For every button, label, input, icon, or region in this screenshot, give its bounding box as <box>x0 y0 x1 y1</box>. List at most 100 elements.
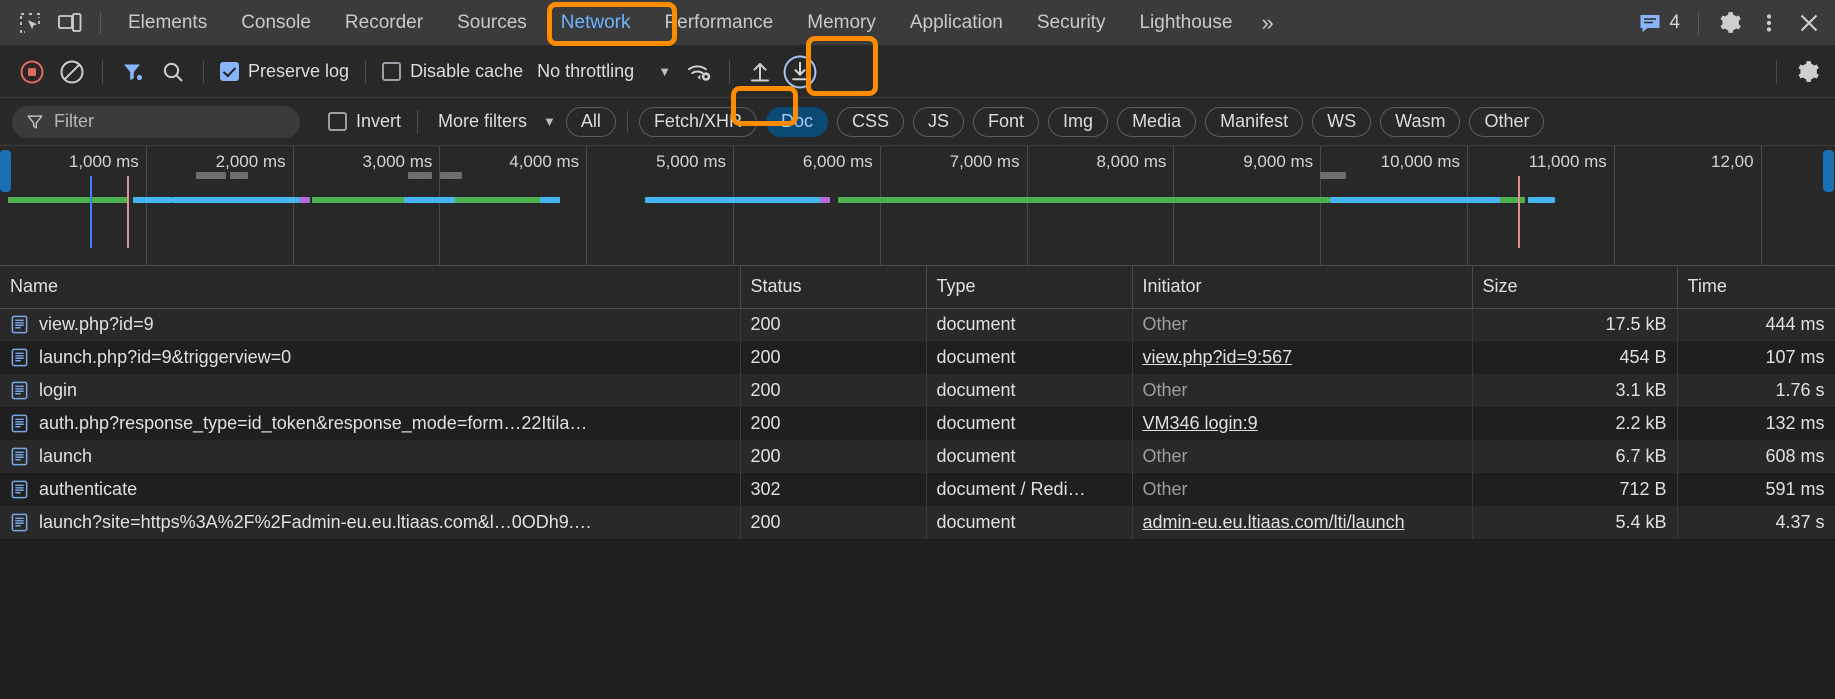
tab-recorder[interactable]: Recorder <box>328 0 440 46</box>
preserve-log-checkbox[interactable]: Preserve log <box>214 61 355 82</box>
invert-checkbox[interactable]: Invert <box>322 111 407 132</box>
more-filters-dropdown[interactable]: More filters ▼ <box>428 111 566 132</box>
cell-initiator[interactable]: admin-eu.eu.ltiaas.com/lti/launch <box>1132 506 1473 539</box>
preserve-log-box[interactable] <box>220 62 239 81</box>
initiator-link[interactable]: view.php?id=9:567 <box>1143 347 1293 367</box>
tab-sources[interactable]: Sources <box>440 0 544 46</box>
tab-security[interactable]: Security <box>1020 0 1123 46</box>
chip-all[interactable]: All <box>565 106 616 137</box>
close-devtools-icon[interactable] <box>1789 4 1829 42</box>
disable-cache-label: Disable cache <box>410 61 524 81</box>
initiator-text: Other <box>1142 314 1188 335</box>
table-row[interactable]: launch?site=https%3A%2F%2Fadmin-eu.eu.lt… <box>0 506 1835 539</box>
chip-media[interactable]: Media <box>1117 106 1197 137</box>
table-row[interactable]: auth.php?response_type=id_token&response… <box>0 407 1835 440</box>
cell-status: 200 <box>740 374 927 407</box>
chip-doc[interactable]: Doc <box>765 106 828 137</box>
tab-label: Recorder <box>344 11 424 33</box>
cell-time: 444 ms <box>1677 308 1835 341</box>
record-button[interactable] <box>12 53 52 91</box>
column-header-initiator[interactable]: Initiator <box>1132 266 1473 309</box>
tab-console[interactable]: Console <box>224 0 328 46</box>
chip-img[interactable]: Img <box>1048 106 1109 137</box>
overview-bar <box>404 197 455 203</box>
overview-bar <box>820 197 830 203</box>
chip-css[interactable]: CSS <box>836 106 904 137</box>
more-tabs-icon[interactable]: » <box>1249 0 1285 46</box>
overview-idle-block <box>196 172 226 179</box>
throttling-value: No throttling <box>537 61 635 81</box>
chip-ws[interactable]: WS <box>1312 106 1372 137</box>
tab-application[interactable]: Application <box>893 0 1020 46</box>
import-har-icon[interactable] <box>780 53 820 91</box>
filter-funnel-icon[interactable] <box>113 53 153 91</box>
chip-other[interactable]: Other <box>1469 106 1545 137</box>
cell-size: 3.1 kB <box>1472 374 1678 407</box>
column-header-name[interactable]: Name <box>0 266 741 309</box>
column-header-status[interactable]: Status <box>740 266 927 309</box>
invert-box[interactable] <box>328 112 347 131</box>
network-filter-bar: Filter Invert More filters ▼ All Fetch/X… <box>0 98 1835 146</box>
overview-bar <box>1528 197 1555 203</box>
column-header-type[interactable]: Type <box>926 266 1133 309</box>
document-icon <box>10 381 29 400</box>
cell-type: document <box>926 308 1133 341</box>
more-options-icon[interactable] <box>1749 4 1789 42</box>
table-body: view.php?id=9 200 document Other 17.5 kB 444 … <box>0 308 1835 539</box>
resource-type-chips: All Fetch/XHR Doc CSS JS Font Img Media … <box>565 106 1545 137</box>
disable-cache-box[interactable] <box>382 62 402 81</box>
cell-name[interactable]: view.php?id=9 <box>0 308 741 341</box>
export-har-icon[interactable] <box>740 53 780 91</box>
cell-name[interactable]: launch.php?id=9&triggerview=0 <box>0 341 741 374</box>
network-conditions-icon[interactable] <box>679 53 719 91</box>
chip-js[interactable]: JS <box>913 106 965 137</box>
cell-type: document <box>926 374 1133 407</box>
chip-fetch-xhr[interactable]: Fetch/XHR <box>638 106 757 137</box>
cell-type: document <box>926 407 1133 440</box>
cell-name[interactable]: login <box>0 374 741 407</box>
cell-initiator[interactable]: view.php?id=9:567 <box>1132 341 1473 374</box>
overview-right-handle[interactable] <box>1823 150 1834 192</box>
column-header-size[interactable]: Size <box>1472 266 1678 309</box>
device-toolbar-icon[interactable] <box>50 4 90 42</box>
cell-name[interactable]: launch?site=https%3A%2F%2Fadmin-eu.eu.lt… <box>0 506 741 539</box>
network-settings-gear-icon[interactable] <box>1787 53 1827 91</box>
table-row[interactable]: login 200 document Other 3.1 kB 1.76 s <box>0 374 1835 407</box>
tab-lighthouse[interactable]: Lighthouse <box>1122 0 1249 46</box>
chip-wasm[interactable]: Wasm <box>1380 106 1461 137</box>
cell-name[interactable]: launch <box>0 440 741 473</box>
column-header-time[interactable]: Time <box>1677 266 1835 309</box>
network-overview-timeline[interactable]: 1,000 ms 2,000 ms 3,000 ms 4,000 ms 5,000 ms… <box>0 146 1835 266</box>
search-icon[interactable] <box>153 53 193 91</box>
cell-size: 712 B <box>1472 473 1678 506</box>
clear-log-button[interactable] <box>52 53 92 91</box>
tab-memory[interactable]: Memory <box>790 0 893 46</box>
initiator-link[interactable]: VM346 login:9 <box>1143 413 1258 433</box>
overview-left-handle[interactable] <box>0 150 11 192</box>
tab-performance[interactable]: Performance <box>647 0 790 46</box>
tab-network[interactable]: Network <box>544 0 648 46</box>
search-input[interactable]: Filter <box>12 105 300 138</box>
chip-manifest[interactable]: Manifest <box>1205 106 1304 137</box>
request-name: authenticate <box>39 479 138 499</box>
throttling-dropdown[interactable]: No throttling ▼ <box>529 61 679 82</box>
disable-cache-checkbox[interactable]: Disable cache <box>376 61 529 82</box>
tab-label: Console <box>241 11 311 33</box>
settings-gear-icon[interactable] <box>1709 4 1749 42</box>
devtools-tab-bar: Elements Console Recorder Sources Networ… <box>0 0 1835 46</box>
table-row[interactable]: view.php?id=9 200 document Other 17.5 kB 444 … <box>0 308 1835 341</box>
tab-label: Application <box>909 11 1003 33</box>
inspect-element-icon[interactable] <box>10 4 50 42</box>
table-row[interactable]: launch 200 document Other 6.7 kB 608 ms <box>0 440 1835 473</box>
chip-font[interactable]: Font <box>973 106 1040 137</box>
cell-name[interactable]: auth.php?response_type=id_token&response… <box>0 407 741 440</box>
cell-name[interactable]: authenticate <box>0 473 741 506</box>
initiator-link[interactable]: admin-eu.eu.ltiaas.com/lti/launch <box>1143 512 1405 532</box>
cell-time: 107 ms <box>1677 341 1835 374</box>
invert-label: Invert <box>356 111 402 131</box>
cell-initiator[interactable]: VM346 login:9 <box>1132 407 1473 440</box>
table-row[interactable]: launch.php?id=9&triggerview=0 200 document… <box>0 341 1835 374</box>
table-row[interactable]: authenticate 302 document / Redi… Other 712 … <box>0 473 1835 506</box>
tab-elements[interactable]: Elements <box>111 0 224 46</box>
console-message-badge[interactable]: 4 <box>1630 11 1688 35</box>
